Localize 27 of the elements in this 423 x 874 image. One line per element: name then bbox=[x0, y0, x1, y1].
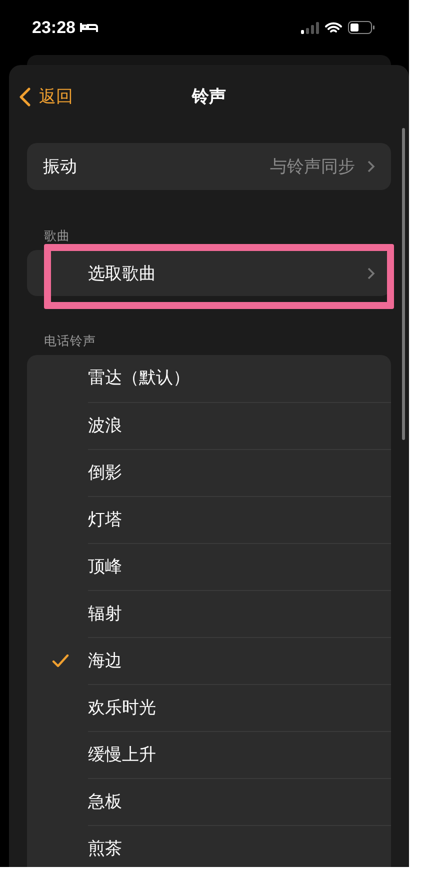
section-header: 电话铃声 bbox=[44, 332, 97, 350]
ringtone-name[interactable]: 灯塔 bbox=[88, 496, 391, 543]
chevron-icon bbox=[367, 160, 375, 173]
ringtone-name[interactable]: 急板 bbox=[88, 778, 391, 825]
ringtone-name[interactable]: 海边 bbox=[88, 637, 391, 684]
ringtone-name[interactable]: 欢乐时光 bbox=[88, 684, 391, 731]
status-time: 23:28 bbox=[32, 18, 76, 38]
bed-icon bbox=[80, 22, 98, 33]
section-header: 歌曲 bbox=[44, 227, 71, 245]
ringtone-name[interactable]: 辐射 bbox=[88, 590, 391, 637]
signal-icon bbox=[301, 22, 319, 34]
ringtone-name[interactable]: 倒影 bbox=[88, 449, 391, 496]
wifi-icon bbox=[325, 22, 342, 34]
ringtone-name[interactable]: 缓慢上升 bbox=[88, 731, 391, 778]
ringtone-name[interactable]: 煎茶 bbox=[88, 825, 391, 867]
ringtone-name[interactable]: 雷达（默认） bbox=[88, 355, 391, 402]
chevron-icon bbox=[367, 266, 375, 280]
row-label: 选取歌曲 bbox=[88, 262, 157, 284]
row-value: 与铃声同步 bbox=[270, 156, 355, 178]
back-button[interactable]: 返回 bbox=[17, 83, 75, 110]
vibration-row[interactable]: 振动 与铃声同步 bbox=[27, 143, 391, 190]
ringtone-name[interactable]: 顶峰 bbox=[88, 543, 391, 590]
back-chevron-icon bbox=[19, 86, 31, 106]
page-title: 铃声 bbox=[192, 86, 226, 108]
row-label: 振动 bbox=[43, 156, 78, 178]
battery-icon bbox=[348, 21, 375, 34]
ringtone-name[interactable]: 波浪 bbox=[88, 402, 391, 449]
